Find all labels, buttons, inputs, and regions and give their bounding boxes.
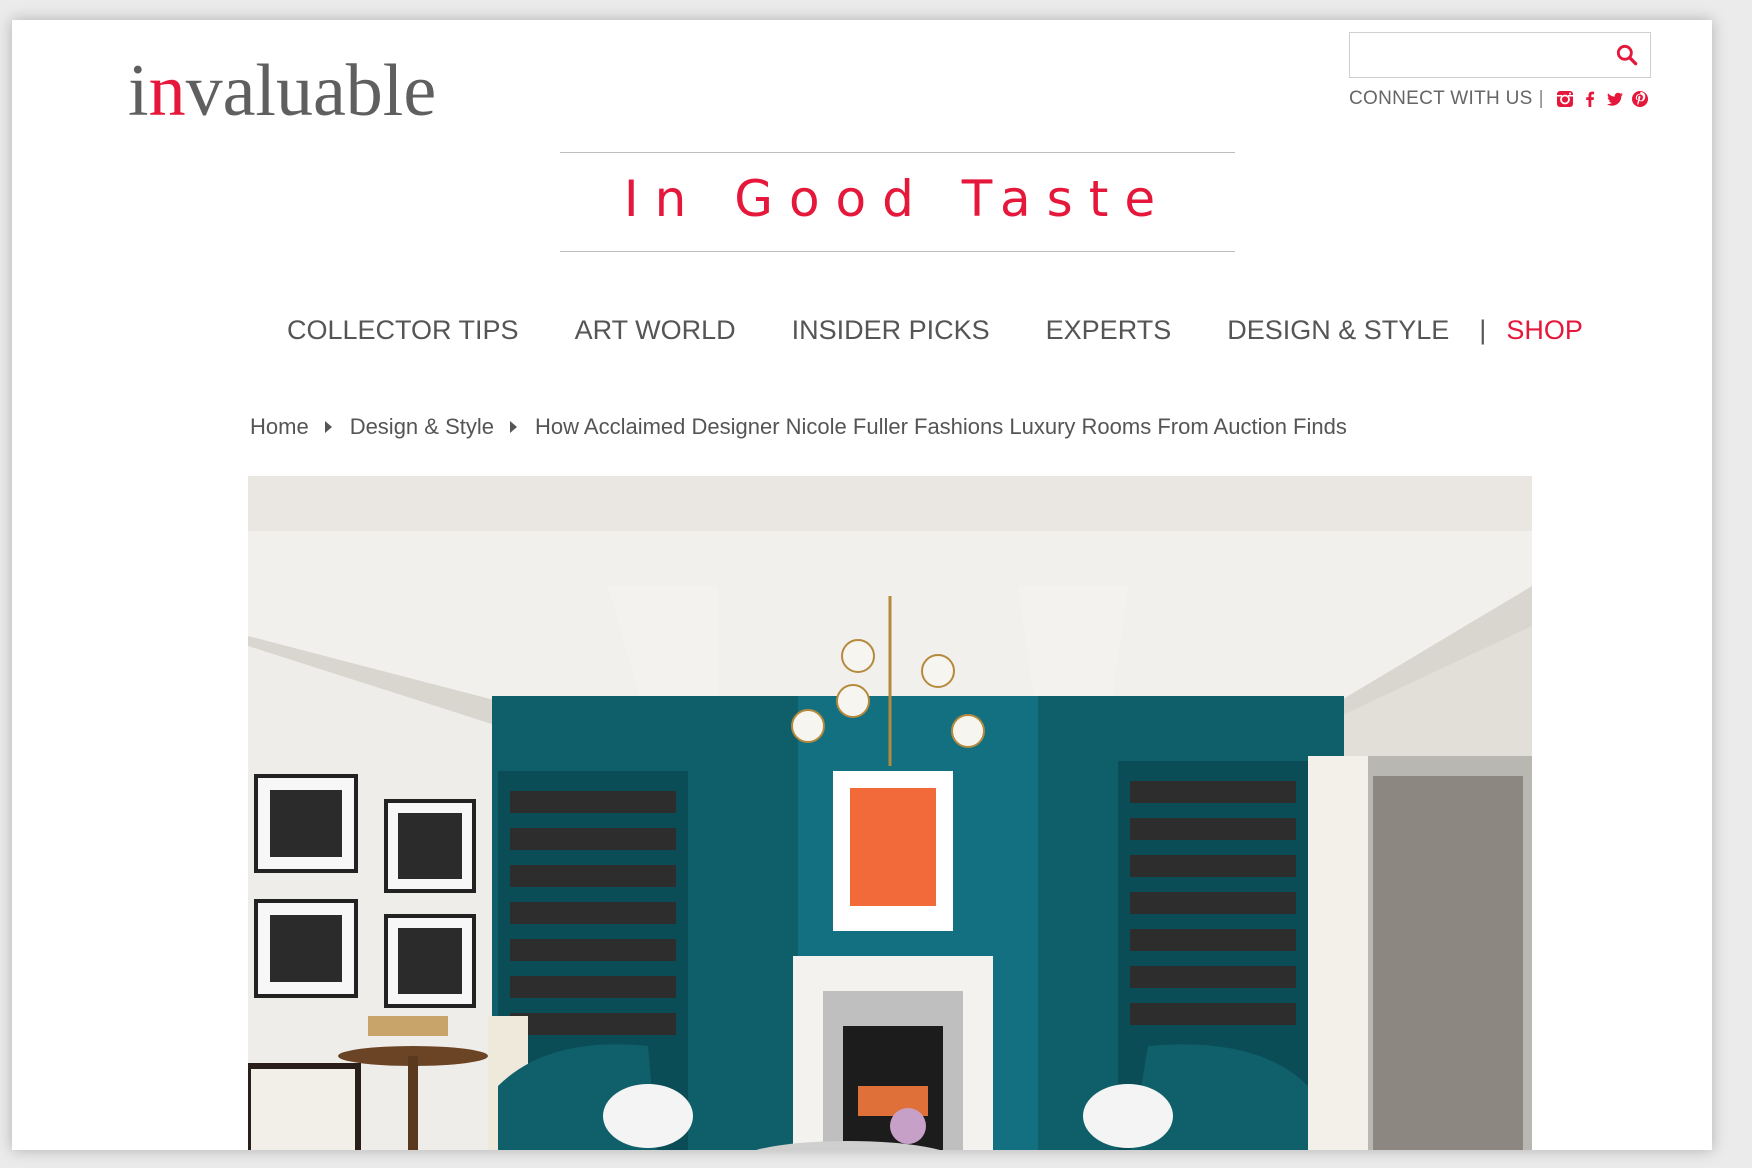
main-nav: COLLECTOR TIPS ART WORLD INSIDER PICKS E… <box>287 310 1583 350</box>
nav-item-collector-tips[interactable]: COLLECTOR TIPS <box>287 315 519 346</box>
search-input[interactable] <box>1349 32 1651 78</box>
breadcrumb-home[interactable]: Home <box>250 414 309 440</box>
nav-divider: | <box>1479 314 1487 345</box>
logo-letter-i: i <box>128 50 149 132</box>
nav-item-design-style[interactable]: DESIGN & STYLE <box>1227 315 1449 346</box>
nav-item-art-world[interactable]: ART WORLD <box>575 315 736 346</box>
hero-image <box>248 476 1532 1150</box>
facebook-icon[interactable] <box>1580 89 1600 109</box>
tagline-rule-top <box>560 152 1235 153</box>
search-icon[interactable] <box>1614 42 1640 68</box>
invaluable-logo[interactable]: invaluable <box>128 54 436 128</box>
breadcrumb-arrow-icon <box>509 421 517 433</box>
pinterest-icon[interactable] <box>1630 89 1650 109</box>
page: invaluable CONNECT WITH US | In Good Tas… <box>12 20 1712 1150</box>
instagram-icon[interactable] <box>1555 89 1575 109</box>
logo-letter-n: n <box>148 50 186 132</box>
nav-item-experts[interactable]: EXPERTS <box>1046 315 1172 346</box>
tagline-rule-bottom <box>560 251 1235 252</box>
logo-rest: valuable <box>185 50 437 132</box>
breadcrumb-section[interactable]: Design & Style <box>350 414 494 440</box>
connect-with-us: CONNECT WITH US | <box>1349 86 1650 112</box>
twitter-icon[interactable] <box>1605 89 1625 109</box>
nav-item-insider-picks[interactable]: INSIDER PICKS <box>792 315 990 346</box>
connect-label: CONNECT WITH US <box>1349 88 1533 109</box>
connect-separator: | <box>1538 88 1544 109</box>
nav-item-shop[interactable]: SHOP <box>1506 315 1583 346</box>
breadcrumb: Home Design & Style How Acclaimed Design… <box>250 412 1347 442</box>
breadcrumb-current: How Acclaimed Designer Nicole Fuller Fas… <box>534 414 1347 439</box>
breadcrumb-arrow-icon <box>324 421 332 433</box>
tagline[interactable]: In Good Taste <box>560 170 1235 228</box>
